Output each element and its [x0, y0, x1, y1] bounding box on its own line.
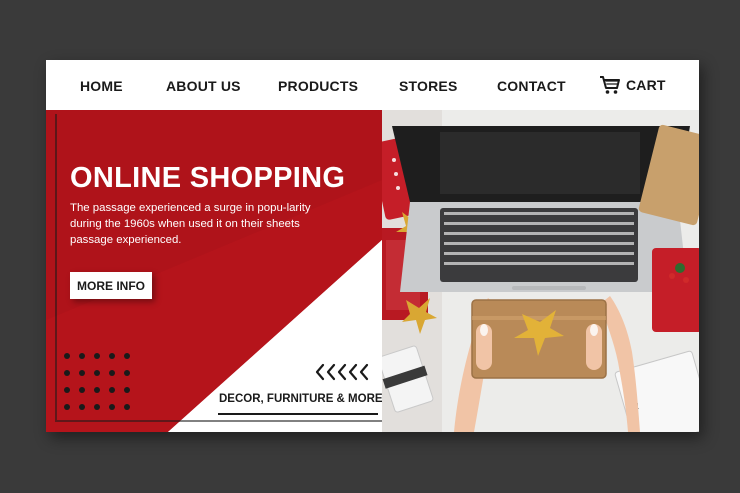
nav-about-us[interactable]: ABOUT US	[166, 78, 241, 94]
hero-section: ONLINE SHOPPING The passage experienced …	[46, 110, 699, 432]
more-info-button[interactable]: MORE INFO	[70, 272, 152, 299]
hero-photo: 24	[382, 110, 699, 432]
hero-left-panel: ONLINE SHOPPING The passage experienced …	[46, 110, 382, 432]
nav-contact[interactable]: CONTACT	[497, 78, 566, 94]
hero-background-shapes	[46, 110, 382, 432]
nav-cart[interactable]: CART	[599, 75, 666, 95]
nav-stores[interactable]: STORES	[399, 78, 458, 94]
nav-home[interactable]: HOME	[80, 78, 123, 94]
hero-tagline: DECOR, FURNITURE & MORE	[219, 393, 382, 405]
cart-label: CART	[626, 77, 666, 93]
hero-description: The passage experienced a surge in popu-…	[70, 202, 311, 246]
landing-page: HOME ABOUT US PRODUCTS STORES CONTACT CA…	[46, 60, 699, 432]
hero-title: ONLINE SHOPPING	[70, 162, 346, 194]
laptop-gift-photo: 24	[382, 110, 699, 432]
chevron-left-icon	[315, 363, 369, 381]
cart-icon	[600, 76, 620, 94]
nav-products[interactable]: PRODUCTS	[278, 78, 358, 94]
top-navigation: HOME ABOUT US PRODUCTS STORES CONTACT CA…	[46, 60, 699, 110]
